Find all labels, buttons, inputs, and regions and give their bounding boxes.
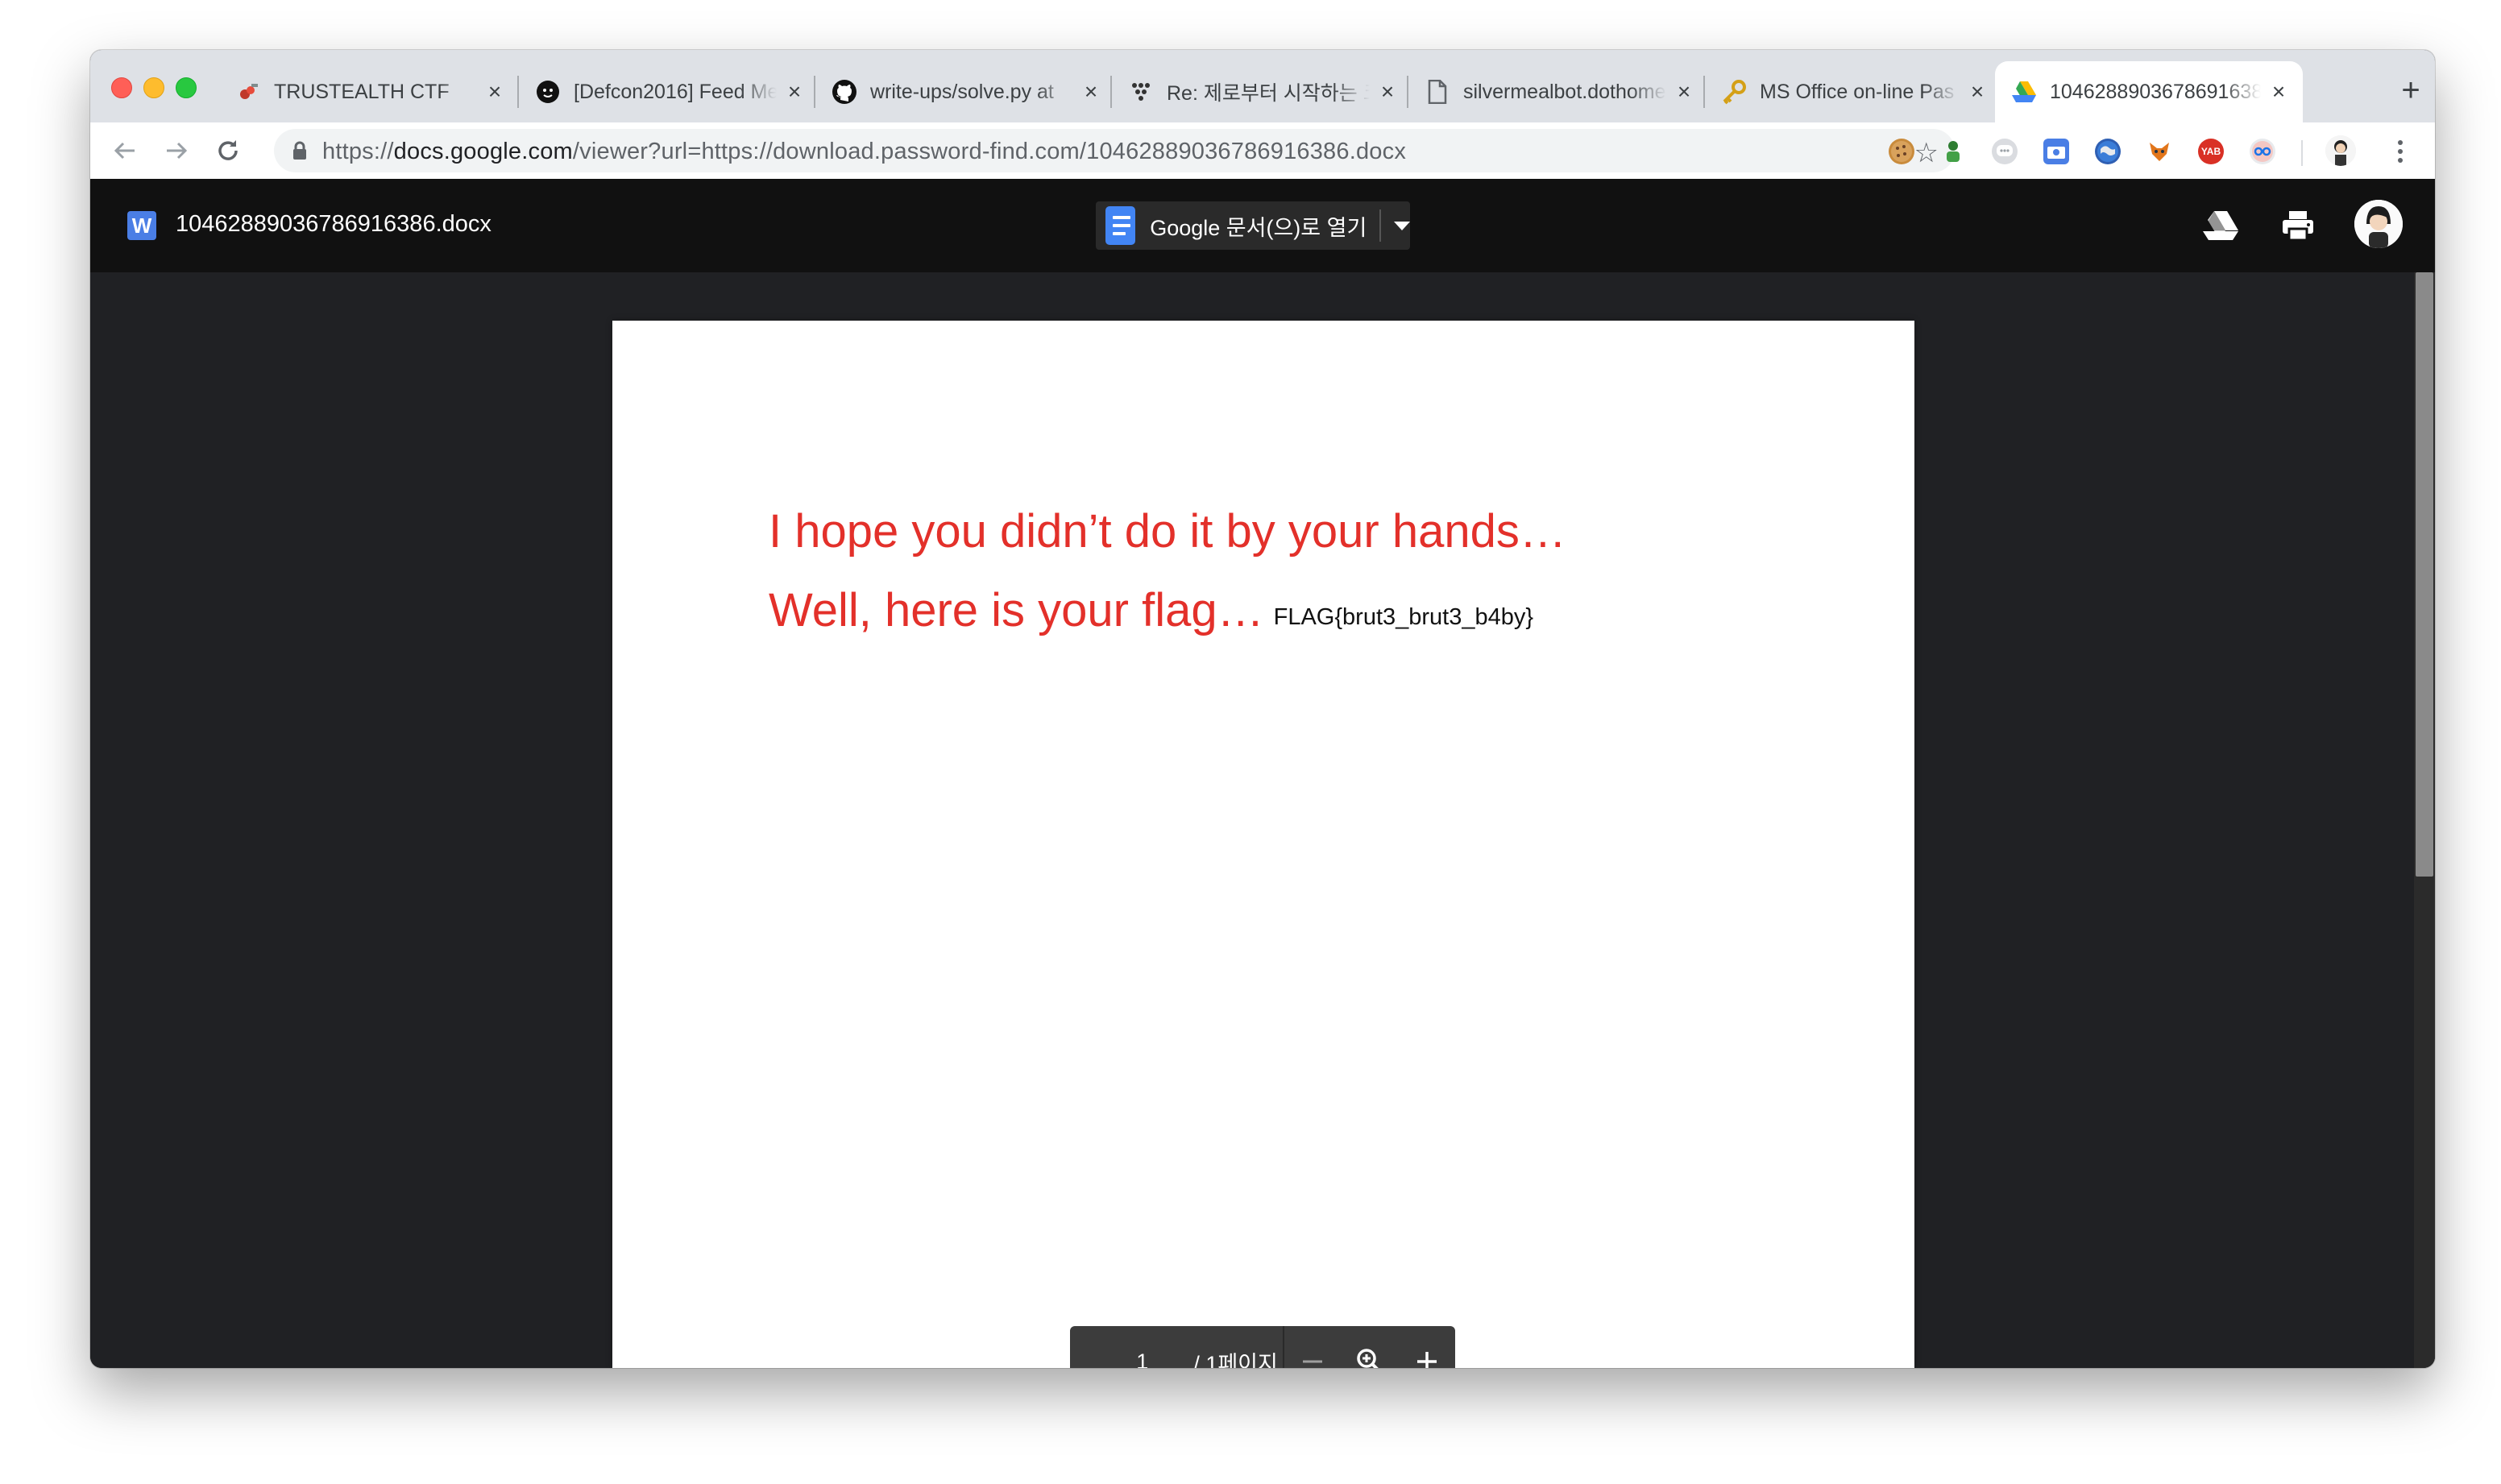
fox-extension-icon[interactable] (2146, 139, 2172, 164)
browser-menu-button[interactable] (2388, 137, 2412, 166)
close-icon[interactable]: × (1376, 79, 1399, 104)
document-filename: 10462889036786916386.docx (176, 211, 491, 237)
page-controls: 1 / 1페이지 (1070, 1326, 1455, 1368)
plus-icon (1416, 1352, 1437, 1368)
green-figure-extension-icon[interactable] (1940, 139, 1966, 164)
viewer-header: W 10462889036786916386.docx Google 문서(으)… (90, 179, 2435, 272)
tab-strip: TRUSTEALTH CTF × [Defcon2016] Feed Me × … (90, 50, 2435, 122)
tab-title: 10462889036786916386.docx (2050, 80, 2261, 103)
profile-avatar[interactable] (2325, 135, 2356, 166)
close-icon[interactable]: × (483, 79, 506, 104)
close-window-button[interactable] (111, 77, 132, 98)
zoom-in-button[interactable] (1398, 1326, 1455, 1368)
cookie-extension-icon[interactable] (1889, 139, 1914, 164)
tab-title: write-ups/solve.py at (870, 80, 1054, 103)
viewer-scrollbar-thumb[interactable] (2416, 272, 2433, 877)
close-icon[interactable]: × (1966, 79, 1989, 104)
tab-title: TRUSTEALTH CTF (274, 80, 450, 103)
yab-extension-icon[interactable]: YAB (2198, 139, 2224, 164)
lock-icon (292, 141, 308, 164)
tab-trustealth-ctf[interactable]: TRUSTEALTH CTF × (219, 61, 519, 122)
reload-icon (218, 140, 238, 160)
google-drive-icon (2011, 79, 2037, 105)
current-page-number[interactable]: 1 (1070, 1349, 1155, 1369)
docs-viewer: W 10462889036786916386.docx Google 문서(으)… (90, 179, 2435, 1368)
tab-title: Re: 제로부터 시작하는 코 (1167, 82, 1370, 105)
account-avatar[interactable] (2354, 200, 2403, 248)
open-with-divider (1379, 209, 1381, 242)
dots-favicon-icon (1128, 79, 1154, 105)
page-total-label: / 1페이지 (1193, 1351, 1278, 1369)
open-with-google-docs-button[interactable]: Google 문서(으)로 열기 (1096, 201, 1410, 250)
ctf-favicon-icon (235, 79, 261, 105)
tab-title: [Defcon2016] Feed Me (574, 80, 777, 103)
tab-re-zero[interactable]: Re: 제로부터 시작하는 코 × (1112, 61, 1412, 122)
close-icon[interactable]: × (1080, 79, 1102, 104)
zoom-in-magnifier-icon (1357, 1349, 1379, 1368)
tab-defcon-feed-me[interactable]: [Defcon2016] Feed Me × (519, 61, 819, 122)
word-file-icon: W (127, 211, 156, 240)
back-button[interactable] (106, 132, 143, 169)
document-icon (1425, 79, 1450, 105)
url-scheme: https:// (322, 139, 394, 164)
new-tab-button[interactable]: + (2395, 74, 2427, 106)
open-with-label: Google 문서(으)로 열기 (1150, 215, 1367, 240)
flag-text: FLAG{brut3_brut3_b4by} (1273, 604, 1534, 630)
document-line-1: I hope you didn’t do it by your hands… (769, 505, 1566, 558)
tab-write-ups-solve[interactable]: write-ups/solve.py at × (815, 61, 1115, 122)
arrow-left-icon (114, 142, 135, 160)
forward-button[interactable] (158, 132, 195, 169)
camera-extension-icon[interactable] (2043, 139, 2069, 164)
key-icon (1721, 79, 1747, 105)
minimize-window-button[interactable] (143, 77, 164, 98)
minus-icon (1303, 1360, 1323, 1363)
bookmark-star-icon[interactable]: ☆ (1914, 137, 1939, 169)
url-host: docs.google.com (393, 139, 573, 164)
close-icon[interactable]: × (1673, 79, 1695, 104)
zoom-out-button[interactable] (1284, 1326, 1342, 1368)
zoom-fit-button[interactable] (1341, 1326, 1398, 1368)
zoom-window-button[interactable] (176, 77, 197, 98)
address-bar[interactable]: https://docs.google.com/viewer?url=https… (274, 129, 1955, 172)
print-icon[interactable] (2275, 203, 2321, 248)
toolbar-separator (2301, 140, 2303, 166)
chat-extension-icon[interactable] (1992, 139, 2018, 164)
globe-extension-icon[interactable] (2095, 139, 2121, 164)
add-to-drive-icon[interactable] (2198, 203, 2243, 248)
tab-active-docx[interactable]: 10462889036786916386.docx × (1995, 61, 2303, 122)
arrow-right-icon (167, 142, 188, 160)
browser-toolbar: https://docs.google.com/viewer?url=https… (90, 122, 2435, 180)
url-text: https://docs.google.com/viewer?url=https… (322, 139, 1406, 165)
tab-silvermealbot[interactable]: silvermealbot.dothome × (1408, 61, 1708, 122)
tab-ms-office-password[interactable]: MS Office on-line Pas × (1705, 61, 2001, 122)
github-icon (832, 79, 857, 105)
google-docs-icon (1105, 206, 1136, 245)
smiley-favicon-icon (535, 79, 561, 105)
tab-title: silvermealbot.dothome (1463, 80, 1666, 103)
document-line-2-text: Well, here is your flag… (769, 584, 1264, 636)
glasses-extension-icon[interactable] (2250, 139, 2275, 164)
close-icon[interactable]: × (783, 79, 806, 104)
dropdown-caret-icon[interactable] (1394, 221, 1410, 230)
document-line-2: Well, here is your flag… FLAG{brut3_brut3… (769, 583, 1533, 637)
close-icon[interactable]: × (2267, 79, 2290, 104)
tab-title: MS Office on-line Pas (1760, 80, 1955, 103)
reload-button[interactable] (209, 132, 247, 169)
browser-window: TRUSTEALTH CTF × [Defcon2016] Feed Me × … (90, 50, 2435, 1368)
url-path: /viewer?url=https://download.password-fi… (572, 139, 1407, 164)
document-page: I hope you didn’t do it by your hands… W… (612, 321, 1914, 1368)
